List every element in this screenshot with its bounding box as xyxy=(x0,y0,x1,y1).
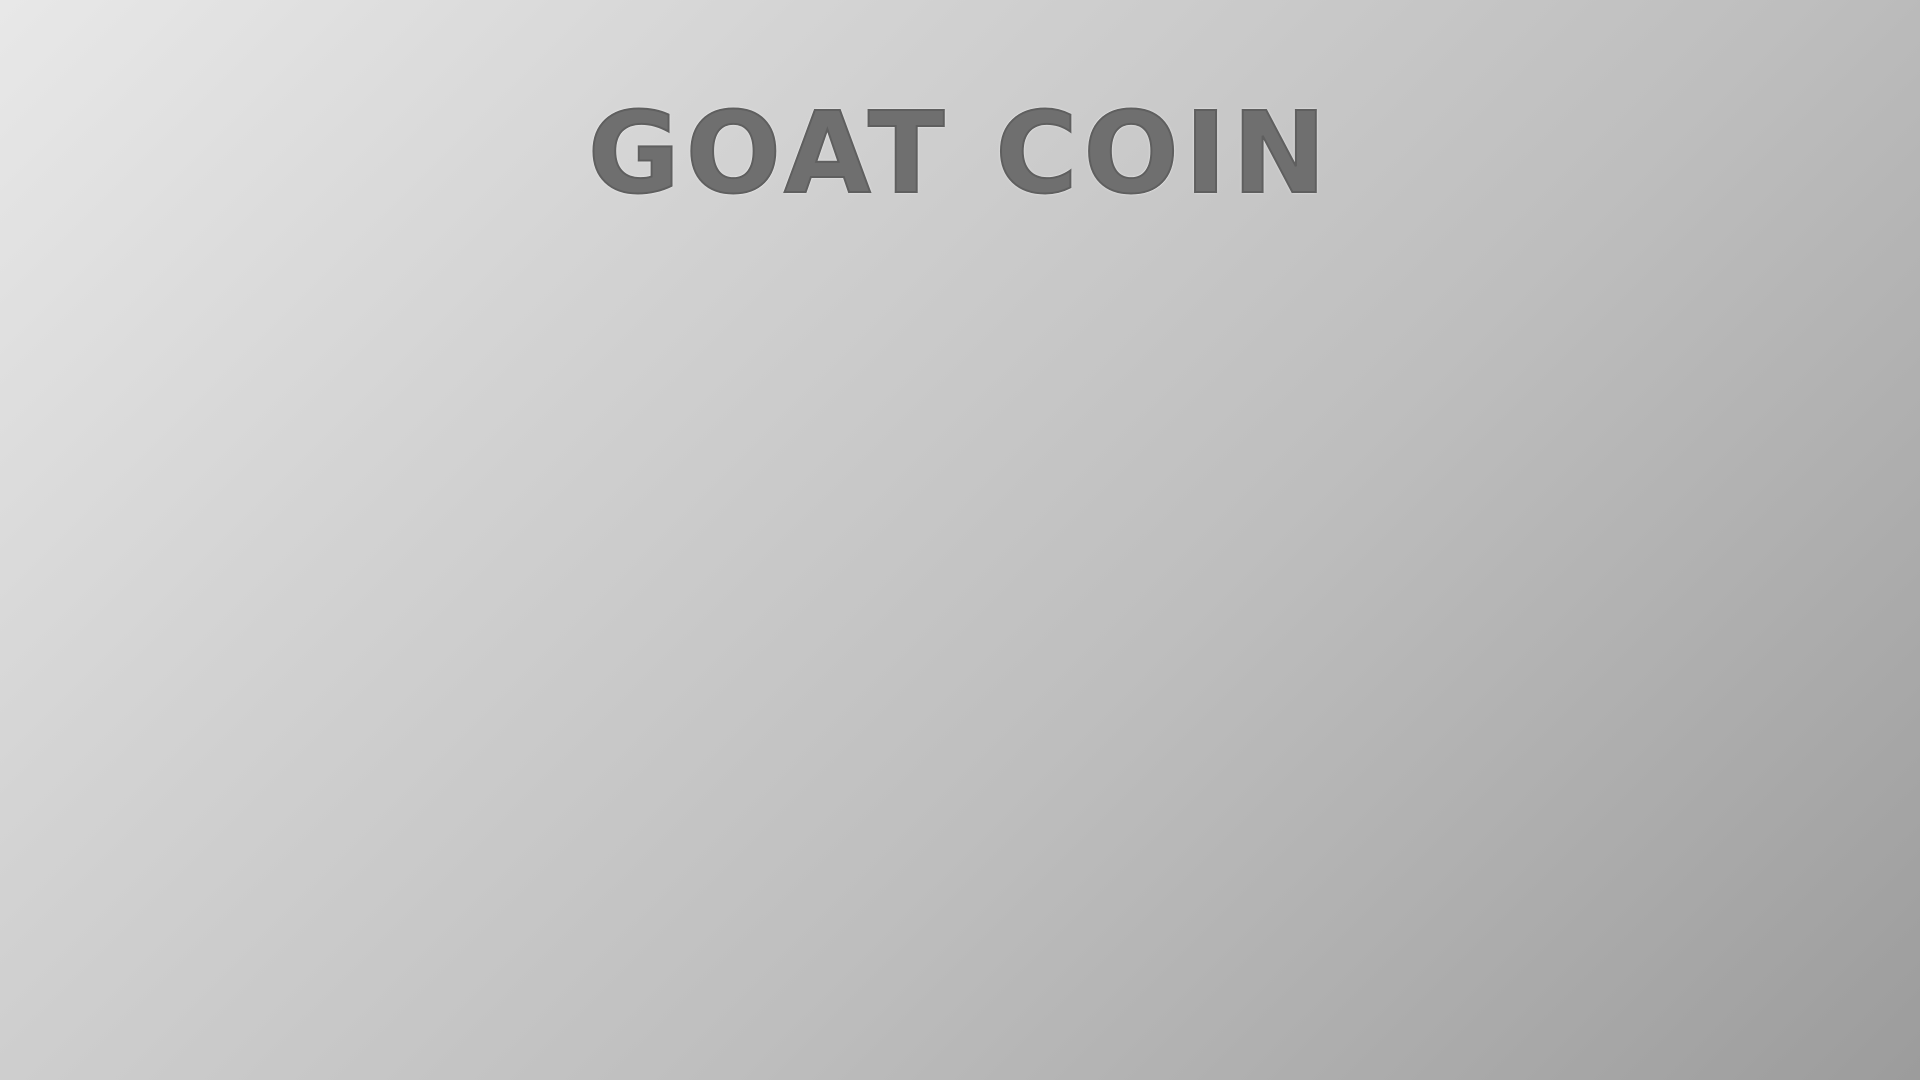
page-title: GOAT COIN xyxy=(587,89,1333,219)
landing-page: GOAT COIN xyxy=(0,0,1920,1080)
